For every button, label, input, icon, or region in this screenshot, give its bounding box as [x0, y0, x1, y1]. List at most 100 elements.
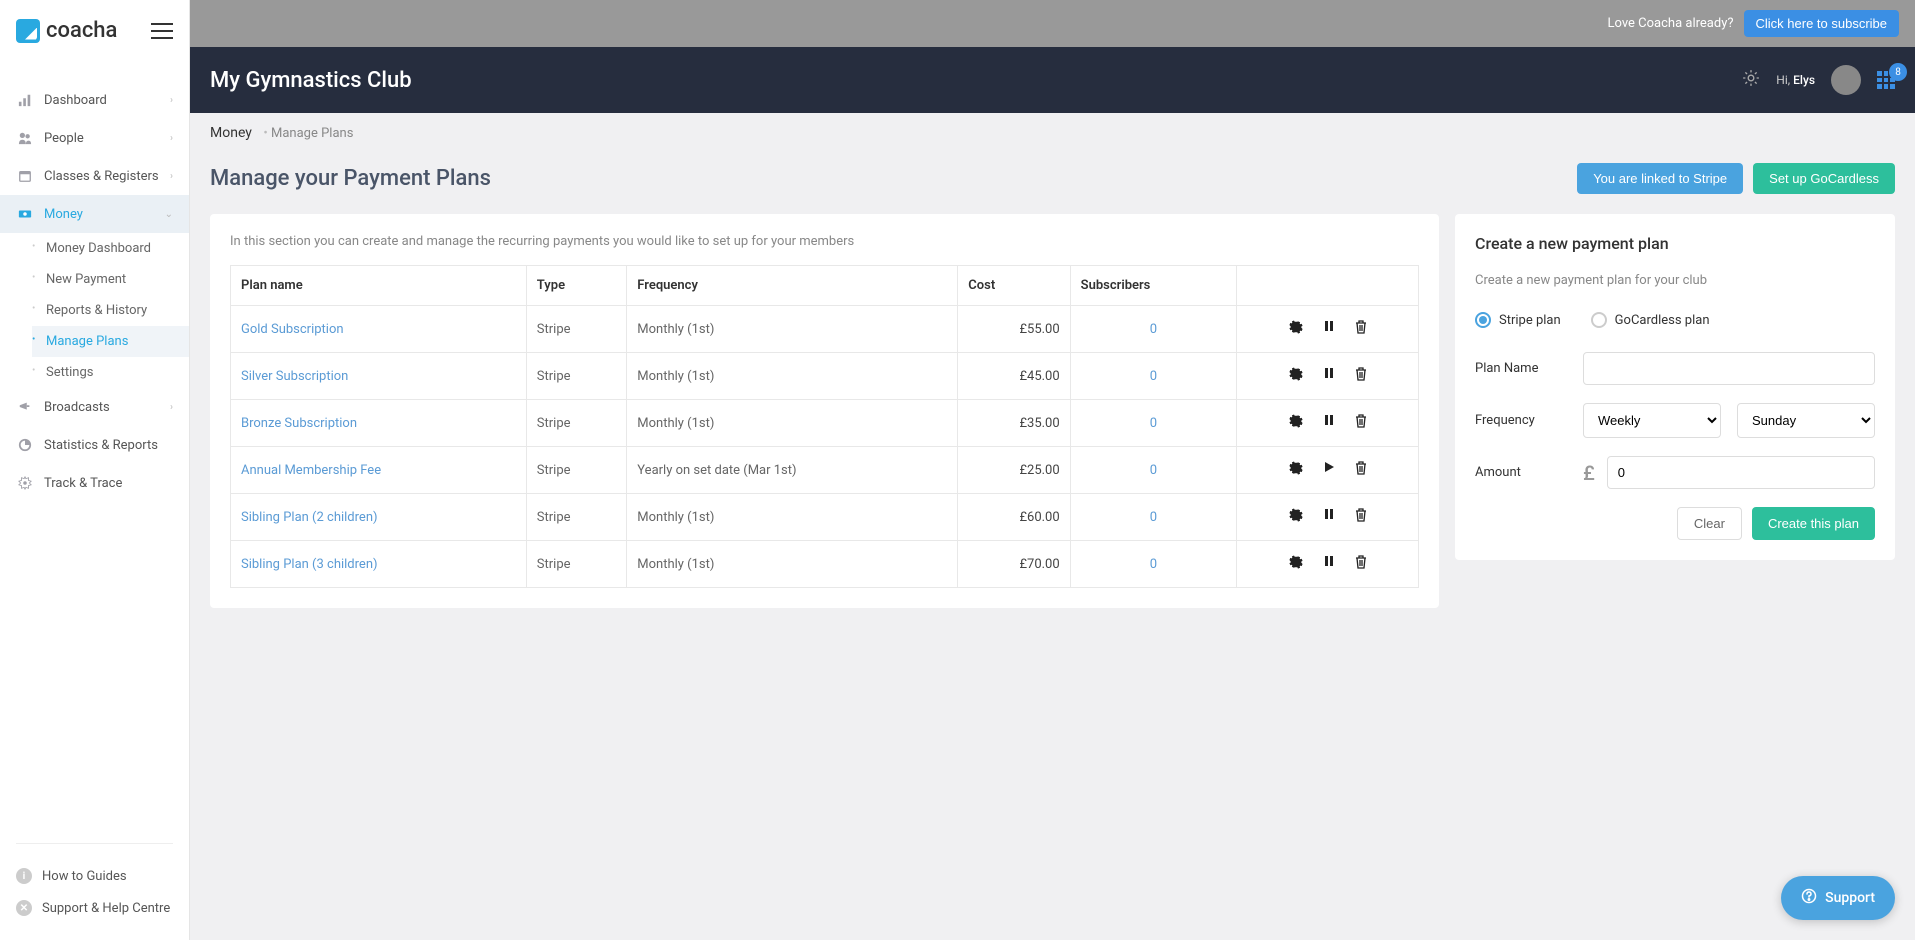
- pause-icon[interactable]: [1323, 555, 1335, 573]
- gear-icon[interactable]: [1289, 555, 1303, 573]
- th-frequency: Frequency: [627, 266, 958, 306]
- subscribers-link[interactable]: 0: [1150, 416, 1157, 431]
- nav-dashboard[interactable]: Dashboard ›: [0, 81, 189, 119]
- plan-frequency: Monthly (1st): [627, 541, 958, 588]
- logo[interactable]: coacha: [16, 18, 117, 43]
- pie-icon: [16, 436, 34, 454]
- breadcrumb: Money Manage Plans: [190, 113, 1915, 153]
- plan-name-link[interactable]: Annual Membership Fee: [241, 463, 381, 478]
- plan-type: Stripe: [526, 400, 626, 447]
- trash-icon[interactable]: [1355, 320, 1367, 338]
- nav-broadcasts[interactable]: Broadcasts ›: [0, 388, 189, 426]
- plan-cost: £45.00: [958, 353, 1070, 400]
- nav-label: Track & Trace: [44, 476, 122, 491]
- trash-icon[interactable]: [1355, 367, 1367, 385]
- nav-label: People: [44, 131, 84, 146]
- subscribe-button[interactable]: Click here to subscribe: [1744, 10, 1900, 37]
- plan-name-input[interactable]: [1583, 352, 1875, 385]
- radio-gocardless[interactable]: GoCardless plan: [1591, 312, 1710, 328]
- apps-grid-icon[interactable]: 8: [1877, 71, 1895, 89]
- plan-frequency: Monthly (1st): [627, 400, 958, 447]
- subscribers-link[interactable]: 0: [1150, 322, 1157, 337]
- plan-type: Stripe: [526, 494, 626, 541]
- plan-name-link[interactable]: Silver Subscription: [241, 369, 348, 384]
- footer-support[interactable]: ✕ Support & Help Centre: [16, 892, 173, 924]
- menu-toggle-icon[interactable]: [151, 23, 173, 39]
- plan-name-link[interactable]: Sibling Plan (3 children): [241, 557, 378, 572]
- plan-name-link[interactable]: Gold Subscription: [241, 322, 344, 337]
- row-amount: Amount £: [1475, 456, 1875, 489]
- table-row: Gold SubscriptionStripeMonthly (1st)£55.…: [231, 306, 1419, 353]
- pause-icon[interactable]: [1323, 414, 1335, 432]
- logo-text: coacha: [46, 18, 117, 43]
- gear-icon[interactable]: [1289, 461, 1303, 479]
- clear-button[interactable]: Clear: [1677, 507, 1742, 540]
- subnav-settings[interactable]: Settings: [32, 357, 189, 388]
- subnav-reports[interactable]: Reports & History: [32, 295, 189, 326]
- plan-name-link[interactable]: Bronze Subscription: [241, 416, 357, 431]
- plan-type: Stripe: [526, 447, 626, 494]
- day-select[interactable]: Sunday: [1737, 403, 1875, 438]
- subscribers-link[interactable]: 0: [1150, 463, 1157, 478]
- subscribers-link[interactable]: 0: [1150, 557, 1157, 572]
- nav-classes[interactable]: Classes & Registers ›: [0, 157, 189, 195]
- plan-frequency: Monthly (1st): [627, 306, 958, 353]
- radio-stripe[interactable]: Stripe plan: [1475, 312, 1561, 328]
- breadcrumb-sub: Manage Plans: [255, 126, 353, 141]
- nav-statistics[interactable]: Statistics & Reports: [0, 426, 189, 464]
- subnav-manage-plans[interactable]: Manage Plans: [32, 326, 189, 357]
- pause-icon[interactable]: [1323, 367, 1335, 385]
- row-frequency: Frequency Weekly Sunday: [1475, 403, 1875, 438]
- label-amount: Amount: [1475, 465, 1583, 480]
- gear-icon[interactable]: [1289, 367, 1303, 385]
- gear-icon[interactable]: [1289, 508, 1303, 526]
- plan-name-link[interactable]: Sibling Plan (2 children): [241, 510, 378, 525]
- notification-badge: 8: [1889, 63, 1907, 81]
- nav-people[interactable]: People ›: [0, 119, 189, 157]
- table-row: Annual Membership FeeStripeYearly on set…: [231, 447, 1419, 494]
- create-plan-button[interactable]: Create this plan: [1752, 507, 1875, 540]
- plan-cost: £60.00: [958, 494, 1070, 541]
- footer-guides[interactable]: i How to Guides: [16, 860, 173, 892]
- page-header: Manage your Payment Plans You are linked…: [190, 153, 1915, 214]
- pause-icon[interactable]: [1323, 320, 1335, 338]
- money-icon: [16, 205, 34, 223]
- header-right: Hi, Elys 8: [1742, 65, 1895, 95]
- club-name: My Gymnastics Club: [210, 68, 412, 93]
- frequency-select[interactable]: Weekly: [1583, 403, 1721, 438]
- plan-type: Stripe: [526, 353, 626, 400]
- gear-icon[interactable]: [1289, 414, 1303, 432]
- subscribers-link[interactable]: 0: [1150, 369, 1157, 384]
- trash-icon[interactable]: [1355, 508, 1367, 526]
- subnav-money-dashboard[interactable]: Money Dashboard: [32, 233, 189, 264]
- stripe-status-button[interactable]: You are linked to Stripe: [1577, 163, 1743, 194]
- pause-icon[interactable]: [1323, 508, 1335, 526]
- page-title: Manage your Payment Plans: [210, 166, 491, 191]
- avatar[interactable]: [1831, 65, 1861, 95]
- subnav-new-payment[interactable]: New Payment: [32, 264, 189, 295]
- nav-label: Money: [44, 207, 83, 222]
- promo-bar: Love Coacha already? Click here to subsc…: [190, 0, 1915, 47]
- play-icon[interactable]: [1323, 461, 1335, 479]
- trash-icon[interactable]: [1355, 555, 1367, 573]
- gear-icon[interactable]: [1289, 320, 1303, 338]
- subscribers-link[interactable]: 0: [1150, 510, 1157, 525]
- support-fab[interactable]: Support: [1781, 876, 1895, 920]
- label-plan-name: Plan Name: [1475, 361, 1583, 376]
- create-plan-card: Create a new payment plan Create a new p…: [1455, 214, 1895, 560]
- trash-icon[interactable]: [1355, 414, 1367, 432]
- plan-cost: £25.00: [958, 447, 1070, 494]
- nav-money[interactable]: Money ⌄: [0, 195, 189, 233]
- nav-label: Broadcasts: [44, 400, 110, 415]
- gocardless-setup-button[interactable]: Set up GoCardless: [1753, 163, 1895, 194]
- nav-track-trace[interactable]: Track & Trace: [0, 464, 189, 502]
- plans-card: In this section you can create and manag…: [210, 214, 1439, 608]
- settings-icon[interactable]: [1742, 69, 1760, 91]
- amount-input[interactable]: [1607, 456, 1875, 489]
- header: My Gymnastics Club Hi, Elys 8: [190, 47, 1915, 113]
- table-row: Sibling Plan (3 children)StripeMonthly (…: [231, 541, 1419, 588]
- chevron-right-icon: ›: [170, 95, 173, 106]
- main-area: Love Coacha already? Click here to subsc…: [190, 0, 1915, 940]
- trash-icon[interactable]: [1355, 461, 1367, 479]
- chevron-right-icon: ›: [170, 133, 173, 144]
